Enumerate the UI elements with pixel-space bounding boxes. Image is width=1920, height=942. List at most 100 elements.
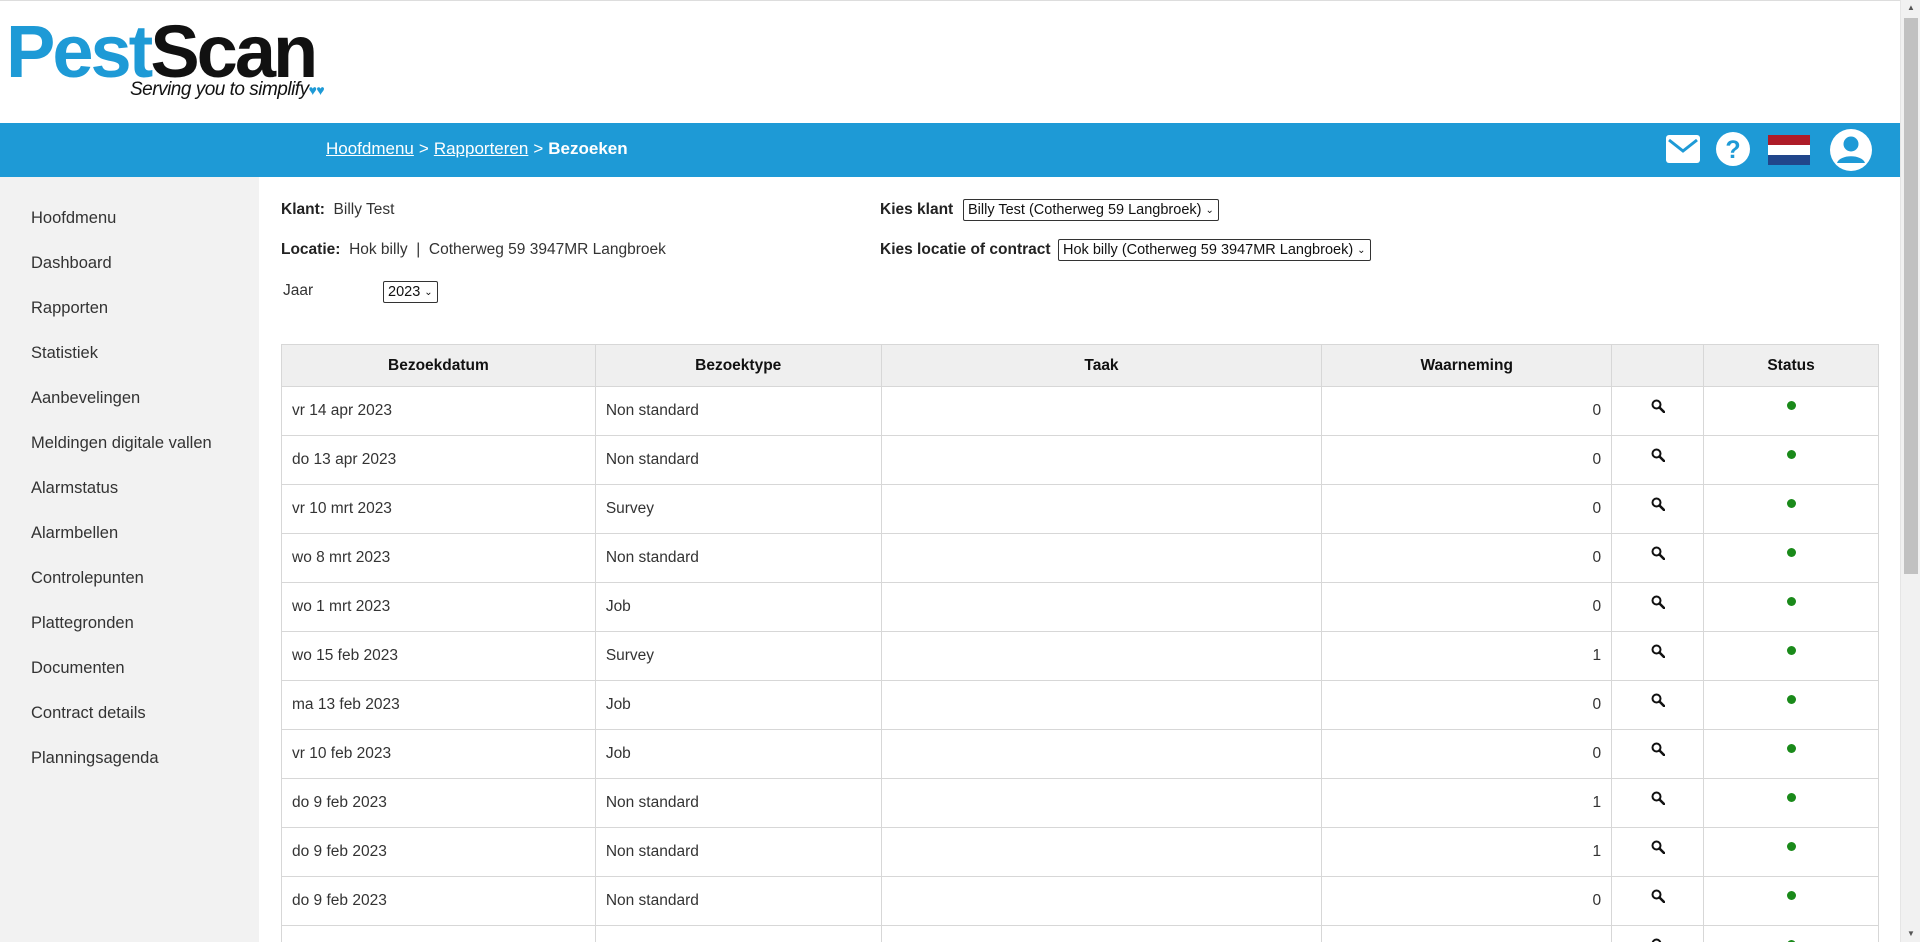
search-icon[interactable] bbox=[1651, 448, 1665, 462]
cell-status bbox=[1703, 631, 1879, 681]
chevron-down-icon: ⌄ bbox=[1205, 205, 1214, 216]
logo-wordmark: PestScan bbox=[6, 15, 318, 89]
col-header-waarneming[interactable]: Waarneming bbox=[1321, 344, 1613, 387]
sidebar-item-statistiek[interactable]: Statistiek bbox=[0, 343, 259, 388]
cell-bezoektype: Job bbox=[594, 680, 882, 730]
col-header-status[interactable]: Status bbox=[1703, 344, 1879, 387]
cell-view bbox=[1611, 484, 1705, 534]
cell-bezoekdatum: vr 10 feb 2023 bbox=[281, 729, 596, 779]
search-icon[interactable] bbox=[1651, 644, 1665, 658]
breadcrumb-home-link[interactable]: Hoofdmenu bbox=[326, 139, 414, 158]
search-icon[interactable] bbox=[1651, 595, 1665, 609]
jaar-select[interactable]: 2023 ⌄ bbox=[383, 281, 438, 303]
col-header-bezoektype[interactable]: Bezoektype bbox=[594, 344, 882, 387]
sidebar-item-meldingen[interactable]: Meldingen digitale vallen bbox=[0, 433, 259, 478]
search-icon[interactable] bbox=[1651, 791, 1665, 805]
cell-taak bbox=[880, 484, 1323, 534]
cell-bezoektype: Non standard bbox=[594, 827, 882, 877]
breadcrumb-reports-link[interactable]: Rapporteren bbox=[434, 139, 529, 158]
table-row[interactable]: ma 13 feb 2023 Job 0 bbox=[281, 680, 1879, 730]
cell-view bbox=[1611, 827, 1705, 877]
search-icon[interactable] bbox=[1651, 693, 1665, 707]
cell-bezoekdatum: wo 8 mrt 2023 bbox=[281, 533, 596, 583]
locatie-divider: | bbox=[416, 241, 421, 258]
locatie-value: Hok billy bbox=[349, 241, 408, 258]
cell-bezoekdatum: ma 13 feb 2023 bbox=[281, 680, 596, 730]
jaar-row: Jaar bbox=[283, 282, 313, 300]
cell-waarneming: 1 bbox=[1321, 778, 1613, 828]
kies-klant-row: Kies klant bbox=[880, 201, 953, 219]
cell-bezoektype: Non standard bbox=[594, 386, 882, 436]
scroll-down-icon[interactable]: ▼ bbox=[1901, 926, 1920, 942]
table-row[interactable]: do 13 apr 2023 Non standard 0 bbox=[281, 435, 1879, 485]
user-avatar-icon[interactable] bbox=[1829, 128, 1873, 177]
table-row[interactable]: do 9 feb 2023 Non standard 1 bbox=[281, 827, 1879, 877]
cell-bezoektype: Job bbox=[594, 582, 882, 632]
search-icon[interactable] bbox=[1651, 938, 1665, 942]
cell-view bbox=[1611, 582, 1705, 632]
search-icon[interactable] bbox=[1651, 546, 1665, 560]
kies-locatie-select-value: Hok billy (Cotherweg 59 3947MR Langbroek… bbox=[1063, 242, 1354, 258]
table-row[interactable]: vr 10 feb 2023 Job 0 bbox=[281, 729, 1879, 779]
search-icon[interactable] bbox=[1651, 889, 1665, 903]
table-row[interactable]: vr 10 mrt 2023 Survey 0 bbox=[281, 484, 1879, 534]
cell-taak bbox=[880, 386, 1323, 436]
table-row[interactable] bbox=[281, 925, 1879, 942]
flag-nl-icon[interactable] bbox=[1768, 135, 1810, 170]
visits-table: Bezoekdatum Bezoektype Taak Waarneming S… bbox=[281, 344, 1879, 942]
cell-bezoektype: Non standard bbox=[594, 778, 882, 828]
cell-waarneming: 0 bbox=[1321, 680, 1613, 730]
sidebar-item-planningsagenda[interactable]: Planningsagenda bbox=[0, 748, 259, 793]
scrollbar-thumb[interactable] bbox=[1904, 18, 1918, 574]
col-header-bezoekdatum[interactable]: Bezoekdatum bbox=[281, 344, 596, 387]
kies-klant-select[interactable]: Billy Test (Cotherweg 59 Langbroek) ⌄ bbox=[963, 199, 1219, 221]
cell-taak bbox=[880, 680, 1323, 730]
scroll-up-icon[interactable]: ▲ bbox=[1901, 0, 1920, 16]
cell-waarneming: 0 bbox=[1321, 484, 1613, 534]
sidebar: Hoofdmenu Dashboard Rapporten Statistiek… bbox=[0, 177, 259, 942]
page-scrollbar[interactable]: ▲ ▼ bbox=[1900, 0, 1920, 942]
sidebar-item-contract-details[interactable]: Contract details bbox=[0, 703, 259, 748]
cell-status bbox=[1703, 925, 1879, 942]
pestscan-logo[interactable]: PestScan Serving you to simplify♥♥ bbox=[6, 15, 325, 101]
sidebar-item-plattegronden[interactable]: Plattegronden bbox=[0, 613, 259, 658]
sidebar-item-controlepunten[interactable]: Controlepunten bbox=[0, 568, 259, 613]
sidebar-item-alarmbellen[interactable]: Alarmbellen bbox=[0, 523, 259, 568]
cell-waarneming: 1 bbox=[1321, 631, 1613, 681]
search-icon[interactable] bbox=[1651, 497, 1665, 511]
cell-status bbox=[1703, 729, 1879, 779]
header: PestScan Serving you to simplify♥♥ bbox=[0, 0, 1900, 123]
sidebar-item-rapporten[interactable]: Rapporten bbox=[0, 298, 259, 343]
kies-locatie-label: Kies locatie of contract bbox=[880, 241, 1051, 258]
sidebar-item-alarmstatus[interactable]: Alarmstatus bbox=[0, 478, 259, 523]
search-icon[interactable] bbox=[1651, 742, 1665, 756]
status-dot-icon bbox=[1786, 744, 1796, 753]
cell-bezoekdatum: do 9 feb 2023 bbox=[281, 778, 596, 828]
search-icon[interactable] bbox=[1651, 399, 1665, 413]
cell-bezoektype: Job bbox=[594, 729, 882, 779]
help-icon[interactable]: ? bbox=[1715, 131, 1751, 172]
table-row[interactable]: vr 14 apr 2023 Non standard 0 bbox=[281, 386, 1879, 436]
klant-label: Klant: bbox=[281, 201, 325, 218]
cell-bezoektype: Non standard bbox=[594, 435, 882, 485]
kies-locatie-select[interactable]: Hok billy (Cotherweg 59 3947MR Langbroek… bbox=[1058, 239, 1371, 261]
cell-bezoektype: Non standard bbox=[594, 533, 882, 583]
mail-icon[interactable] bbox=[1665, 134, 1701, 169]
table-row[interactable]: wo 1 mrt 2023 Job 0 bbox=[281, 582, 1879, 632]
sidebar-item-aanbevelingen[interactable]: Aanbevelingen bbox=[0, 388, 259, 433]
table-row[interactable]: wo 8 mrt 2023 Non standard 0 bbox=[281, 533, 1879, 583]
locatie-address: Cotherweg 59 3947MR Langbroek bbox=[428, 241, 666, 258]
status-dot-icon bbox=[1786, 646, 1796, 655]
status-dot-icon bbox=[1786, 548, 1796, 557]
search-icon[interactable] bbox=[1651, 840, 1665, 854]
cell-status bbox=[1703, 778, 1879, 828]
col-header-taak[interactable]: Taak bbox=[880, 344, 1323, 387]
table-row[interactable]: do 9 feb 2023 Non standard 1 bbox=[281, 778, 1879, 828]
sidebar-item-documenten[interactable]: Documenten bbox=[0, 658, 259, 703]
cell-bezoekdatum: do 9 feb 2023 bbox=[281, 827, 596, 877]
cell-view bbox=[1611, 435, 1705, 485]
sidebar-item-dashboard[interactable]: Dashboard bbox=[0, 253, 259, 298]
table-row[interactable]: wo 15 feb 2023 Survey 1 bbox=[281, 631, 1879, 681]
sidebar-item-hoofdmenu[interactable]: Hoofdmenu bbox=[0, 208, 259, 253]
table-row[interactable]: do 9 feb 2023 Non standard 0 bbox=[281, 876, 1879, 926]
